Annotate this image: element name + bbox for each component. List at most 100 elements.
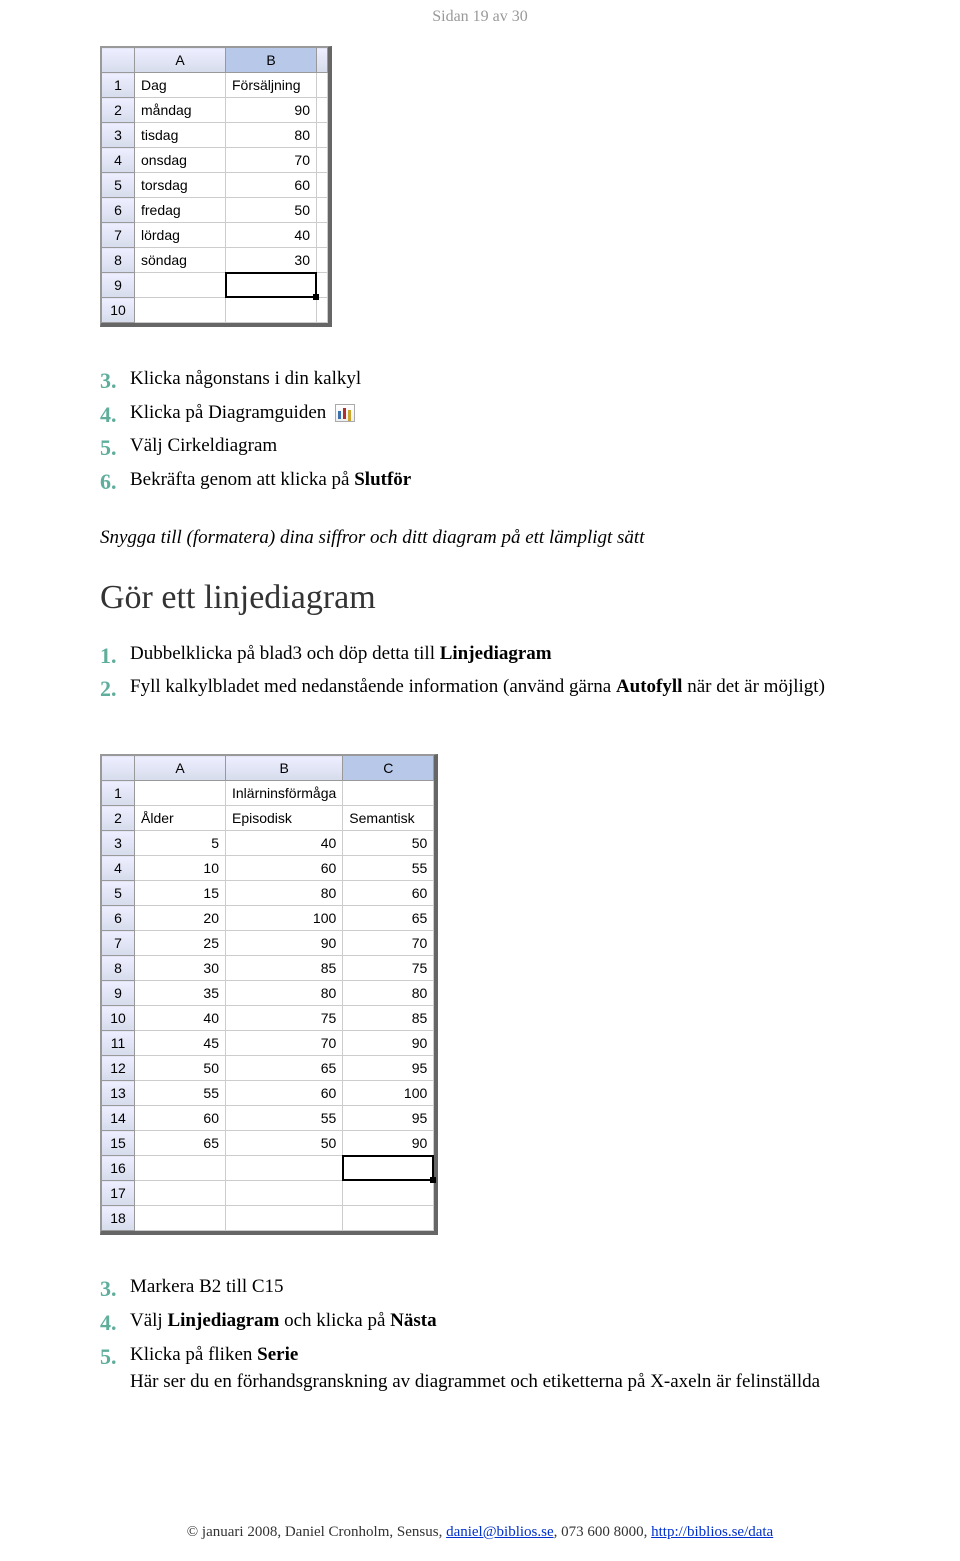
- row-header: 4: [102, 148, 135, 173]
- cell: 80: [226, 881, 343, 906]
- spreadsheet-forsaljning: A B 1DagFörsäljning2måndag903tisdag804on…: [100, 46, 332, 327]
- footer-text: , 073 600 8000,: [554, 1524, 652, 1540]
- corner-cell: [102, 48, 135, 73]
- cell: 90: [226, 98, 317, 123]
- cell: 10: [135, 856, 226, 881]
- step-number: 3.: [100, 1274, 130, 1304]
- cell: [226, 273, 317, 298]
- instruction-step: 5.Klicka på fliken Serie Här ser du en fö…: [100, 1342, 860, 1395]
- row-header: 18: [102, 1206, 135, 1231]
- cell: 35: [135, 981, 226, 1006]
- cell: [343, 1181, 434, 1206]
- step-bold: Autofyll: [616, 676, 683, 697]
- chart-wizard-icon: [335, 404, 355, 422]
- cell: [135, 781, 226, 806]
- instruction-step: 4.Välj Linjediagram och klicka på Nästa: [100, 1308, 860, 1338]
- row-header: 17: [102, 1181, 135, 1206]
- cell: 55: [343, 856, 434, 881]
- row-header: 7: [102, 223, 135, 248]
- cell-edge: [317, 98, 328, 123]
- cell: 55: [226, 1106, 343, 1131]
- footer-email-link[interactable]: daniel@biblios.se: [446, 1524, 554, 1540]
- cell: 20: [135, 906, 226, 931]
- step-bold: Linjediagram: [440, 643, 552, 664]
- cell: 50: [343, 831, 434, 856]
- col-header-c: C: [343, 756, 434, 781]
- cell: [135, 298, 226, 323]
- cell: [135, 1206, 226, 1231]
- cell: [226, 298, 317, 323]
- cell: 60: [226, 856, 343, 881]
- col-header-a: A: [135, 756, 226, 781]
- cell-edge: [317, 298, 328, 323]
- cell-edge: [317, 148, 328, 173]
- col-header-a: A: [135, 48, 226, 73]
- row-header: 6: [102, 906, 135, 931]
- cell: [226, 1206, 343, 1231]
- instruction-steps-b: 1.Dubbelklicka på blad3 och döp detta ti…: [100, 641, 860, 704]
- cell: 30: [135, 956, 226, 981]
- cell-edge: [317, 73, 328, 98]
- row-header: 8: [102, 956, 135, 981]
- cell: 45: [135, 1031, 226, 1056]
- cell: 100: [226, 906, 343, 931]
- cell: [343, 781, 434, 806]
- col-edge: [317, 48, 328, 73]
- cell: lördag: [135, 223, 226, 248]
- row-header: 12: [102, 1056, 135, 1081]
- cell: 60: [226, 173, 317, 198]
- page-number-header: Sidan 19 av 30: [100, 0, 860, 26]
- cell: 100: [343, 1081, 434, 1106]
- row-header: 15: [102, 1131, 135, 1156]
- step-bold: Nästa: [390, 1310, 436, 1331]
- footer-url-link[interactable]: http://biblios.se/data: [651, 1524, 773, 1540]
- step-note: Här ser du en förhandsgranskning av diag…: [130, 1369, 860, 1395]
- cell: 80: [226, 123, 317, 148]
- row-header: 13: [102, 1081, 135, 1106]
- step-text: Välj Cirkeldiagram: [130, 435, 277, 456]
- step-text: Välj: [130, 1310, 167, 1331]
- cell: [226, 1156, 343, 1181]
- cell: 55: [135, 1081, 226, 1106]
- instruction-step: 4.Klicka på Diagramguiden: [100, 400, 860, 430]
- step-number: 4.: [100, 400, 130, 430]
- cell: 65: [226, 1056, 343, 1081]
- cell: 70: [343, 931, 434, 956]
- cell: 65: [135, 1131, 226, 1156]
- cell: tisdag: [135, 123, 226, 148]
- instruction-steps-a: 3.Klicka någonstans i din kalkyl4.Klicka…: [100, 366, 860, 497]
- step-number: 6.: [100, 467, 130, 497]
- row-header: 5: [102, 881, 135, 906]
- section-heading: Gör ett linjediagram: [100, 579, 860, 617]
- step-text: och klicka på: [279, 1310, 390, 1331]
- cell: 75: [343, 956, 434, 981]
- row-header: 14: [102, 1106, 135, 1131]
- cell: 50: [226, 1131, 343, 1156]
- cell: 70: [226, 148, 317, 173]
- instruction-step: 5.Välj Cirkeldiagram: [100, 433, 860, 463]
- cell: 70: [226, 1031, 343, 1056]
- cell: 80: [226, 981, 343, 1006]
- step-bold: Slutför: [354, 469, 411, 490]
- step-number: 2.: [100, 674, 130, 704]
- cell: 50: [135, 1056, 226, 1081]
- step-number: 1.: [100, 641, 130, 671]
- document-page: Sidan 19 av 30 A B 1DagFörsäljning2månda…: [0, 0, 960, 1561]
- instruction-step: 1.Dubbelklicka på blad3 och döp detta ti…: [100, 641, 860, 671]
- cell: 85: [226, 956, 343, 981]
- step-bold: Serie: [257, 1344, 298, 1365]
- step-text: Klicka på fliken: [130, 1344, 257, 1365]
- cell: [135, 1181, 226, 1206]
- cell: söndag: [135, 248, 226, 273]
- row-header: 3: [102, 831, 135, 856]
- page-footer: © januari 2008, Daniel Cronholm, Sensus,…: [100, 1524, 860, 1541]
- cell: fredag: [135, 198, 226, 223]
- cell-edge: [317, 173, 328, 198]
- cell: Ålder: [135, 806, 226, 831]
- step-number: 5.: [100, 1342, 130, 1372]
- col-header-b: B: [226, 756, 343, 781]
- step-text: Markera B2 till C15: [130, 1276, 284, 1297]
- italic-note: Snygga till (formatera) dina siffror och…: [100, 527, 860, 549]
- step-number: 4.: [100, 1308, 130, 1338]
- cell-edge: [317, 223, 328, 248]
